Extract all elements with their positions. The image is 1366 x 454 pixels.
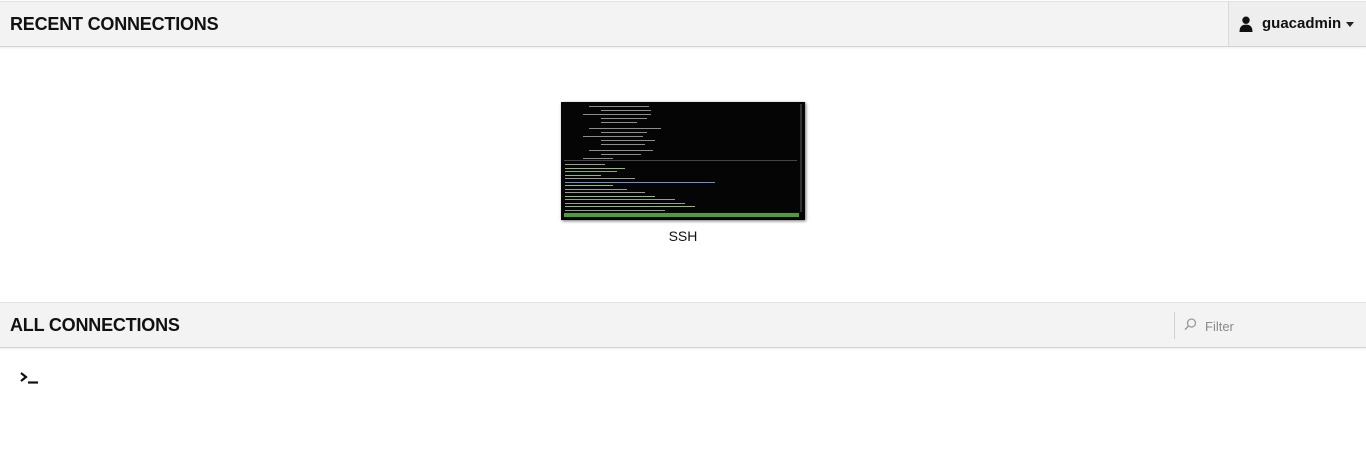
terminal-text-line bbox=[565, 209, 665, 211]
user-icon bbox=[1239, 16, 1253, 32]
terminal-text-line bbox=[601, 140, 655, 141]
terminal-text-line bbox=[565, 185, 613, 186]
terminal-text-line bbox=[601, 132, 647, 133]
terminal-text-line bbox=[565, 202, 685, 204]
terminal-text-line bbox=[601, 154, 641, 155]
recent-connections-title: RECENT CONNECTIONS bbox=[10, 14, 219, 34]
terminal-text-line bbox=[601, 118, 647, 119]
filter-input[interactable] bbox=[1203, 315, 1357, 337]
thumbnail-divider bbox=[564, 160, 797, 161]
search-icon bbox=[1184, 318, 1197, 331]
all-connections-title: ALL CONNECTIONS bbox=[10, 315, 180, 335]
terminal-text-line bbox=[589, 106, 649, 107]
caret-down-icon bbox=[1346, 22, 1354, 27]
connection-thumbnail[interactable] bbox=[561, 102, 805, 220]
terminal-text-line bbox=[565, 188, 627, 190]
terminal-text-line bbox=[565, 199, 675, 200]
terminal-text-line bbox=[565, 195, 655, 197]
connection-name: SSH bbox=[668, 228, 698, 244]
thumbnail-scrollbar bbox=[800, 104, 802, 212]
all-connections-header: ALL CONNECTIONS bbox=[0, 302, 1366, 348]
terminal-text-line bbox=[589, 128, 661, 129]
terminal-text-line bbox=[565, 164, 605, 165]
filter-box bbox=[1174, 312, 1366, 339]
recent-connections-header: RECENT CONNECTIONS guacadmin bbox=[0, 1, 1366, 47]
terminal-text-line bbox=[565, 192, 645, 193]
terminal-text-line bbox=[565, 174, 601, 176]
terminal-text-line bbox=[565, 171, 617, 172]
username: guacadmin bbox=[1262, 15, 1342, 32]
terminal-text-line bbox=[583, 158, 613, 159]
terminal-text-line bbox=[565, 206, 695, 207]
terminal-text-line bbox=[583, 136, 643, 137]
terminal-text-line bbox=[565, 181, 715, 183]
recent-connection-tile[interactable]: SSH bbox=[561, 102, 805, 246]
terminal-text-line bbox=[601, 122, 637, 123]
terminal-text-line bbox=[601, 144, 645, 145]
terminal-text-line bbox=[601, 110, 651, 111]
terminal-icon bbox=[20, 372, 38, 384]
terminal-text-line bbox=[583, 114, 651, 115]
terminal-text-line bbox=[565, 178, 635, 179]
terminal-text-line bbox=[589, 150, 653, 151]
connection-list-item[interactable] bbox=[18, 368, 48, 388]
terminal-text-line bbox=[565, 167, 625, 169]
user-menu[interactable]: guacadmin bbox=[1228, 2, 1366, 46]
thumbnail-status-bar bbox=[564, 213, 799, 217]
